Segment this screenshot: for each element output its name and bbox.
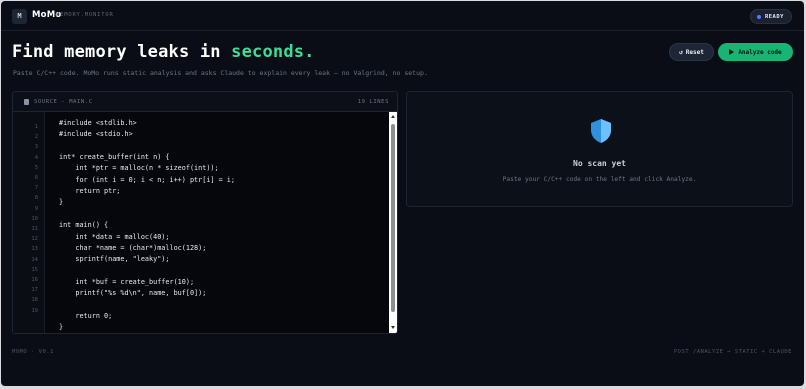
editor-header: SOURCE - MAIN.C 19 LINES [13,92,397,112]
empty-state-subtitle: Paste your C/C++ code on the left and cl… [502,176,697,183]
line-number: 4 [34,154,38,161]
line-number: 6 [34,175,38,181]
play-icon [729,49,735,55]
line-number: 2 [34,134,38,141]
line-number: 14 [31,256,38,263]
code-editor-panel: SOURCE - MAIN.C 19 LINES 1 2 3 4 5 6 7 8 9 10 11 12… [12,91,398,334]
line-number: 8 [34,195,38,202]
editor-scrollbar[interactable] [389,112,397,333]
editor-title: SOURCE - MAIN.C [34,99,93,105]
code-line: } [59,323,64,332]
line-number: 9 [34,205,38,212]
code-input[interactable]: #include <stdlib.h> #include <stdio.h> int… [45,112,389,333]
scroll-down-icon[interactable] [391,326,395,329]
status-dot-icon [756,14,761,19]
line-number: 7 [34,185,38,192]
code-line: #include <stdlib.h> [59,119,137,127]
headline-text: Find memory leaks in [12,42,232,62]
line-number: 12 [31,236,38,243]
line-number: 17 [31,287,38,294]
status-badge: READY [749,9,792,24]
code-line: int *ptr = malloc(n * sizeof(int)); [59,164,219,173]
line-number-gutter: 1 2 3 4 5 6 7 8 9 10 11 12 13 14 15 16 17 18 19 [13,112,45,333]
scrollbar-thumb[interactable] [391,124,395,312]
line-number: 15 [31,266,38,273]
line-number: 1 [34,124,38,130]
footer-version: MOMO · V0.1 [12,349,54,355]
analyze-label: Analyze code [738,48,782,56]
line-number: 16 [31,277,38,283]
code-line: int *data = malloc(40); [59,232,170,241]
code-line: return ptr; [59,187,121,196]
reset-icon: ↺ [679,48,683,56]
code-line: } [59,198,64,207]
code-line: return 0; [59,311,113,320]
logo-icon: M [12,9,27,24]
code-line: int main() { [59,221,109,230]
footer-endpoint: POST /ANALYZE → STATIC + CLAUDE [673,349,792,355]
page-title: Find memory leaks in seconds. [12,42,315,62]
line-number: 11 [31,226,38,232]
code-line: for (int i = 0; i < n; i++) ptr[i] = i; [59,175,235,184]
shield-icon [591,119,611,143]
line-number: 3 [34,144,38,151]
line-number: 19 [31,307,38,314]
editor-line-count: 19 LINES [357,99,389,105]
scroll-up-icon[interactable] [391,115,395,118]
results-panel: No scan yet Paste your C/C++ code on the… [406,91,793,207]
status-label: READY [764,13,784,20]
code-line: #include <stdio.h> [59,130,133,139]
line-number: 13 [31,246,38,253]
headline-accent: seconds. [231,42,315,62]
code-line: char *name = (char*)malloc(128); [59,243,207,252]
top-bar: M MoMo MEMORY.MONITOR READY [1,1,804,31]
code-line: int* create_buffer(int n) { [59,153,170,162]
empty-state-title: No scan yet [573,159,626,168]
reset-label: Reset [685,48,704,56]
code-line: int *buf = create_buffer(10); [59,277,195,286]
line-number: 18 [31,297,38,304]
code-line: sprintf(name, "leaky"); [59,255,170,264]
page-subtitle: Paste C/C++ code. MoMo runs static analy… [13,69,428,77]
app-window: M MoMo MEMORY.MONITOR READY Find memory … [1,1,804,386]
analyze-button[interactable]: Analyze code [718,43,793,61]
line-number: 10 [31,215,38,222]
line-number: 5 [34,164,38,171]
code-line: printf("%s %d\n", name, buf[0]); [59,289,207,298]
brand-subtitle: MEMORY.MONITOR [56,12,114,18]
reset-button[interactable]: ↺ Reset [669,43,714,61]
file-icon [24,99,29,105]
